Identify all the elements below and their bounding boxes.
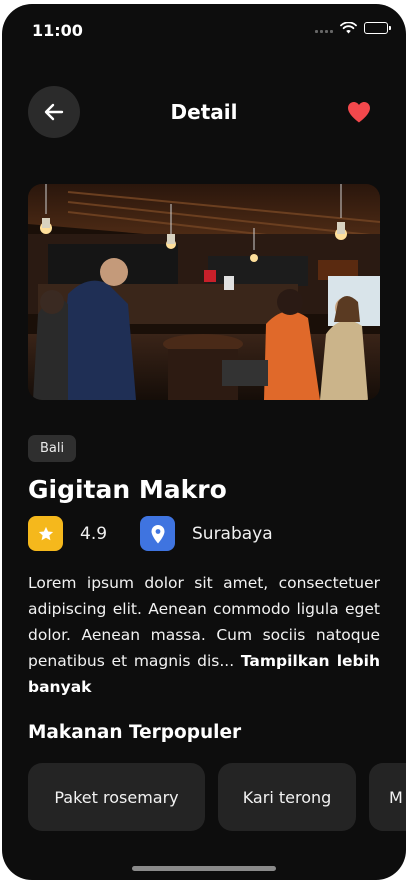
wifi-icon <box>340 22 357 34</box>
heart-icon <box>348 102 370 123</box>
status-time: 11:00 <box>32 21 83 40</box>
food-card[interactable]: Kari terong <box>218 763 356 831</box>
location-value: Surabaya <box>192 524 273 544</box>
favorite-button[interactable] <box>346 100 372 124</box>
food-card[interactable]: M <box>369 763 406 831</box>
location-tag: Bali <box>28 435 77 462</box>
phone-screen: 11:00 Detail Bali Gigitan Makro 4.9 Sura… <box>2 4 406 880</box>
top-nav: Detail <box>2 84 406 140</box>
status-bar: 11:00 <box>2 4 406 56</box>
place-name: Gigitan Makro <box>28 475 227 504</box>
cafe-interior-image <box>28 184 380 400</box>
rating-value: 4.9 <box>80 524 108 544</box>
popular-food-list: Paket rosemary Kari terong M <box>28 763 406 831</box>
place-photo <box>28 184 380 400</box>
location-badge <box>140 516 175 551</box>
battery-icon <box>364 22 391 34</box>
popular-section-title: Makanan Terpopuler <box>28 722 242 743</box>
home-indicator[interactable] <box>132 866 276 871</box>
place-description: Lorem ipsum dolor sit amet, consectetuer… <box>28 570 380 700</box>
status-icons <box>315 22 391 34</box>
star-icon <box>38 526 53 540</box>
rating-badge <box>28 516 63 551</box>
location-pin-icon <box>151 524 164 543</box>
signal-icon <box>315 23 333 33</box>
food-card[interactable]: Paket rosemary <box>28 763 205 831</box>
